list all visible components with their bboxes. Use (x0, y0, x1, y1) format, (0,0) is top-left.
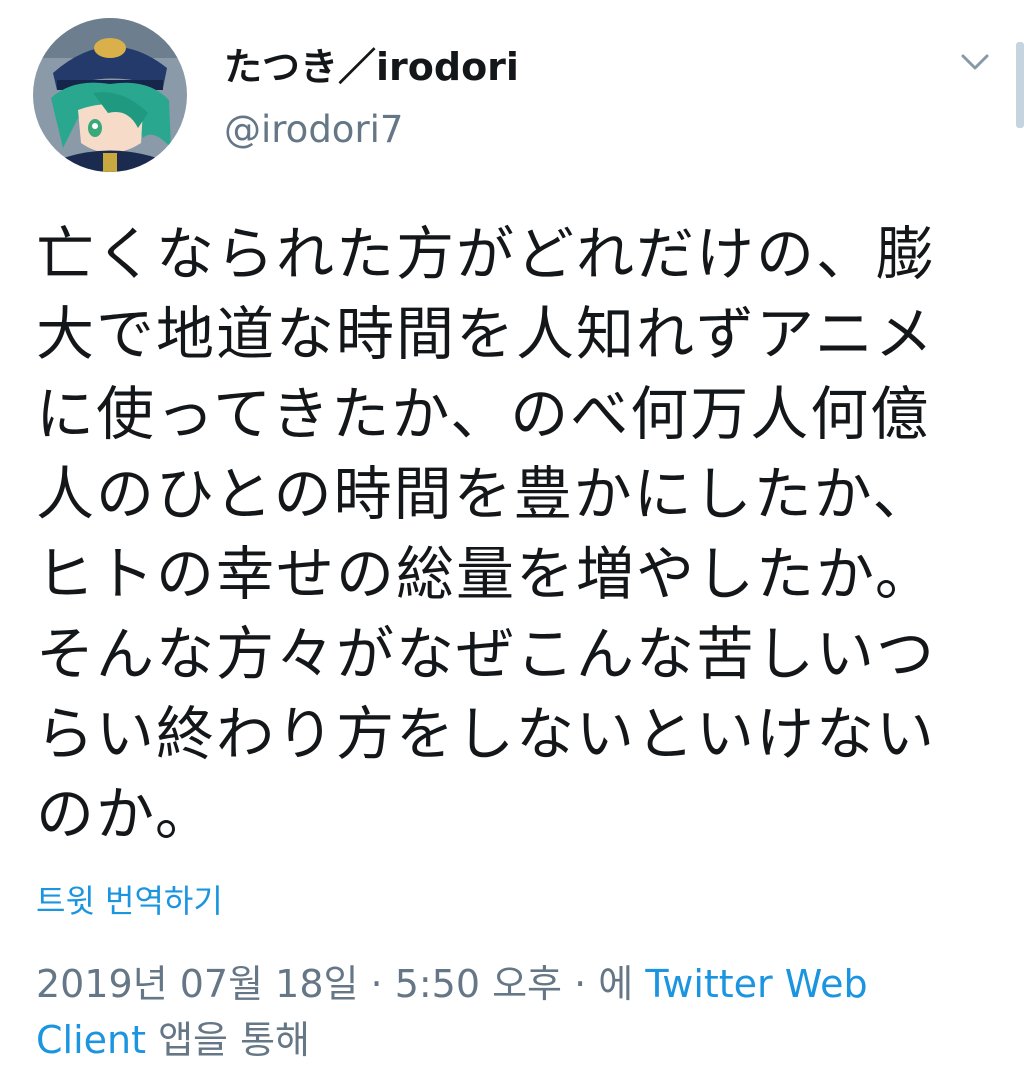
avatar[interactable] (33, 18, 187, 172)
tweet-line: 亡くなられた方がどれだけの、膨 (36, 220, 937, 288)
tweet-line: に使ってきたか、のべ何万人何億 (36, 380, 931, 448)
client-link-part2[interactable]: Client (36, 1018, 146, 1062)
tweet-datetime[interactable]: 2019년 07월 18일 · 5:50 오후 · 에 (36, 962, 645, 1006)
tweet-line: 大で地道な時間を人知れずアニメ (36, 300, 935, 368)
display-name[interactable]: たつき／irodori (224, 36, 519, 91)
tweet-line: ヒトの幸せの総量を増やしたか。 (36, 540, 935, 608)
tweet-line: 人のひとの時間を豊かにしたか、 (36, 460, 933, 528)
translate-tweet-link[interactable]: 트윗 번역하기 (36, 876, 223, 922)
client-link-part1[interactable]: Twitter Web (645, 962, 867, 1006)
client-suffix: 앱을 통해 (146, 1018, 311, 1062)
tweet-line: そんな方々がなぜこんな苦しいつ (36, 620, 937, 688)
tweet-meta: 2019년 07월 18일 · 5:50 오후 · 에 Twitter Web … (36, 956, 996, 1068)
meta-line-1: 2019년 07월 18일 · 5:50 오후 · 에 Twitter Web (36, 956, 996, 1012)
tweet-line: のか。 (36, 780, 215, 848)
meta-line-2: Client 앱을 통해 (36, 1012, 996, 1068)
chevron-down-icon[interactable] (955, 44, 995, 80)
tweet-text: 亡くなられた方がどれだけの、膨 大で地道な時間を人知れずアニメ に使ってきたか、… (36, 214, 986, 854)
user-handle[interactable]: @irodori7 (224, 108, 403, 151)
scrollbar[interactable] (1016, 42, 1024, 128)
tweet-line: らい終わり方をしないといけない (36, 700, 937, 768)
